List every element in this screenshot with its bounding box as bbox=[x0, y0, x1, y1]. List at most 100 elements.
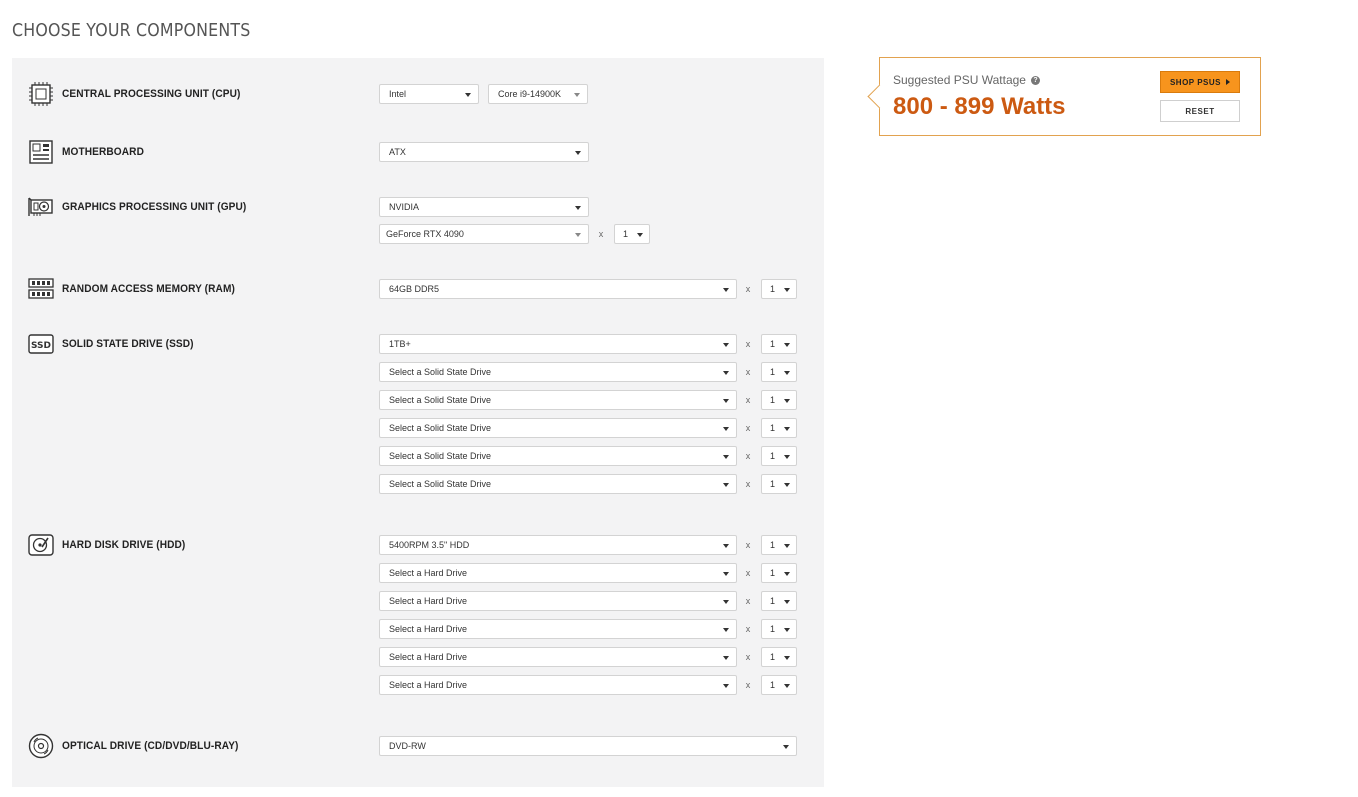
hdd-qty-value: 1 bbox=[770, 540, 776, 550]
ssd-select[interactable]: Select a Solid State Drive bbox=[379, 390, 737, 410]
hdd-qty-select[interactable]: 1 bbox=[761, 675, 797, 695]
gpu-title: GRAPHICS PROCESSING UNIT (GPU) bbox=[62, 201, 247, 213]
chevron-down-icon bbox=[723, 288, 729, 292]
cpu-model-select[interactable]: Core i9-14900K bbox=[488, 84, 588, 104]
ssd-qty-select[interactable]: 1 bbox=[761, 362, 797, 382]
ram-qty-value: 1 bbox=[770, 284, 776, 294]
chevron-down-icon bbox=[783, 745, 789, 749]
hdd-select[interactable]: Select a Hard Drive bbox=[379, 647, 737, 667]
chevron-down-icon bbox=[784, 427, 790, 431]
gpu-icon bbox=[28, 194, 54, 220]
chevron-down-icon bbox=[723, 544, 729, 548]
hdd-qty-select[interactable]: 1 bbox=[761, 591, 797, 611]
chevron-down-icon bbox=[723, 628, 729, 632]
cpu-model-value: Core i9-14900K bbox=[498, 89, 562, 99]
ssd-value: Select a Solid State Drive bbox=[389, 451, 492, 461]
multiply-sign: x bbox=[745, 339, 751, 349]
ssd-qty-value: 1 bbox=[770, 339, 776, 349]
gpu-qty-value: 1 bbox=[623, 229, 629, 239]
chevron-down-icon bbox=[723, 684, 729, 688]
ssd-select[interactable]: Select a Solid State Drive bbox=[379, 418, 737, 438]
chevron-down-icon bbox=[723, 427, 729, 431]
chevron-down-icon bbox=[723, 343, 729, 347]
ssd-value: Select a Solid State Drive bbox=[389, 423, 492, 433]
ssd-qty-value: 1 bbox=[770, 479, 776, 489]
hdd-value: 5400RPM 3.5" HDD bbox=[389, 540, 470, 550]
shop-psus-button[interactable]: SHOP PSUS bbox=[1160, 71, 1240, 93]
hdd-qty-select[interactable]: 1 bbox=[761, 563, 797, 583]
multiply-sign: x bbox=[745, 479, 751, 489]
chevron-down-icon bbox=[784, 684, 790, 688]
multiply-sign: x bbox=[745, 540, 751, 550]
chevron-down-icon bbox=[784, 483, 790, 487]
cpu-brand-select[interactable]: Intel bbox=[379, 84, 479, 104]
ssd-value: Select a Solid State Drive bbox=[389, 367, 492, 377]
ssd-select[interactable]: Select a Solid State Drive bbox=[379, 474, 737, 494]
hdd-qty-select[interactable]: 1 bbox=[761, 619, 797, 639]
hdd-row-label: HARD DISK DRIVE (HDD) bbox=[28, 532, 196, 558]
chevron-down-icon bbox=[723, 455, 729, 459]
motherboard-value: ATX bbox=[389, 147, 406, 157]
gpu-qty-select[interactable]: 1 bbox=[614, 224, 650, 244]
ssd-select[interactable]: 1TB+ bbox=[379, 334, 737, 354]
chevron-down-icon bbox=[723, 572, 729, 576]
chevron-down-icon bbox=[575, 233, 581, 237]
psu-summary-box: Suggested PSU Wattage ? 800 - 899 Watts … bbox=[867, 57, 1261, 136]
chevron-down-icon bbox=[784, 343, 790, 347]
ram-value: 64GB DDR5 bbox=[389, 284, 440, 294]
chevron-down-icon bbox=[784, 399, 790, 403]
ssd-qty-value: 1 bbox=[770, 395, 776, 405]
hdd-select[interactable]: Select a Hard Drive bbox=[379, 591, 737, 611]
ssd-qty-select[interactable]: 1 bbox=[761, 390, 797, 410]
psu-wattage-value: 800 - 899 Watts bbox=[893, 93, 1066, 120]
hdd-value: Select a Hard Drive bbox=[389, 680, 468, 690]
ssd-select[interactable]: Select a Solid State Drive bbox=[379, 446, 737, 466]
ssd-select[interactable]: Select a Solid State Drive bbox=[379, 362, 737, 382]
hdd-value: Select a Hard Drive bbox=[389, 568, 468, 578]
hdd-select[interactable]: Select a Hard Drive bbox=[379, 675, 737, 695]
ssd-icon: SSD bbox=[28, 331, 54, 357]
ssd-qty-select[interactable]: 1 bbox=[761, 474, 797, 494]
hdd-qty-select[interactable]: 1 bbox=[761, 647, 797, 667]
optical-value: DVD-RW bbox=[389, 741, 426, 751]
chevron-down-icon bbox=[784, 628, 790, 632]
chevron-down-icon bbox=[784, 656, 790, 660]
gpu-brand-value: NVIDIA bbox=[389, 202, 420, 212]
cpu-row-label: CENTRAL PROCESSING UNIT (CPU) bbox=[28, 81, 256, 107]
hdd-select[interactable]: Select a Hard Drive bbox=[379, 563, 737, 583]
ssd-value: Select a Solid State Drive bbox=[389, 479, 492, 489]
caret-right-icon bbox=[1226, 79, 1231, 85]
svg-text:SSD: SSD bbox=[31, 341, 51, 351]
question-circle-icon[interactable]: ? bbox=[1030, 75, 1040, 85]
hdd-value: Select a Hard Drive bbox=[389, 652, 468, 662]
hdd-select[interactable]: 5400RPM 3.5" HDD bbox=[379, 535, 737, 555]
ram-select[interactable]: 64GB DDR5 bbox=[379, 279, 737, 299]
psu-label: Suggested PSU Wattage bbox=[893, 73, 1026, 87]
ram-qty-select[interactable]: 1 bbox=[761, 279, 797, 299]
gpu-model-select[interactable]: GeForce RTX 4090 bbox=[379, 224, 589, 244]
chevron-down-icon bbox=[465, 93, 471, 97]
optical-select[interactable]: DVD-RW bbox=[379, 736, 797, 756]
ssd-qty-value: 1 bbox=[770, 367, 776, 377]
chevron-down-icon bbox=[784, 371, 790, 375]
ssd-qty-select[interactable]: 1 bbox=[761, 418, 797, 438]
hdd-qty-select[interactable]: 1 bbox=[761, 535, 797, 555]
chevron-down-icon bbox=[723, 483, 729, 487]
cpu-title: CENTRAL PROCESSING UNIT (CPU) bbox=[62, 88, 241, 100]
multiply-sign: x bbox=[745, 652, 751, 662]
hdd-select[interactable]: Select a Hard Drive bbox=[379, 619, 737, 639]
ssd-qty-select[interactable]: 1 bbox=[761, 334, 797, 354]
motherboard-icon bbox=[28, 139, 54, 165]
ssd-qty-select[interactable]: 1 bbox=[761, 446, 797, 466]
chevron-down-icon bbox=[784, 455, 790, 459]
hdd-value: Select a Hard Drive bbox=[389, 624, 468, 634]
reset-button[interactable]: RESET bbox=[1160, 100, 1240, 122]
gpu-brand-select[interactable]: NVIDIA bbox=[379, 197, 589, 217]
multiply-sign: x bbox=[745, 568, 751, 578]
multiply-sign: x bbox=[598, 229, 604, 239]
ssd-qty-value: 1 bbox=[770, 451, 776, 461]
ssd-value: Select a Solid State Drive bbox=[389, 395, 492, 405]
motherboard-select[interactable]: ATX bbox=[379, 142, 589, 162]
multiply-sign: x bbox=[745, 423, 751, 433]
callout-notch bbox=[867, 84, 892, 109]
